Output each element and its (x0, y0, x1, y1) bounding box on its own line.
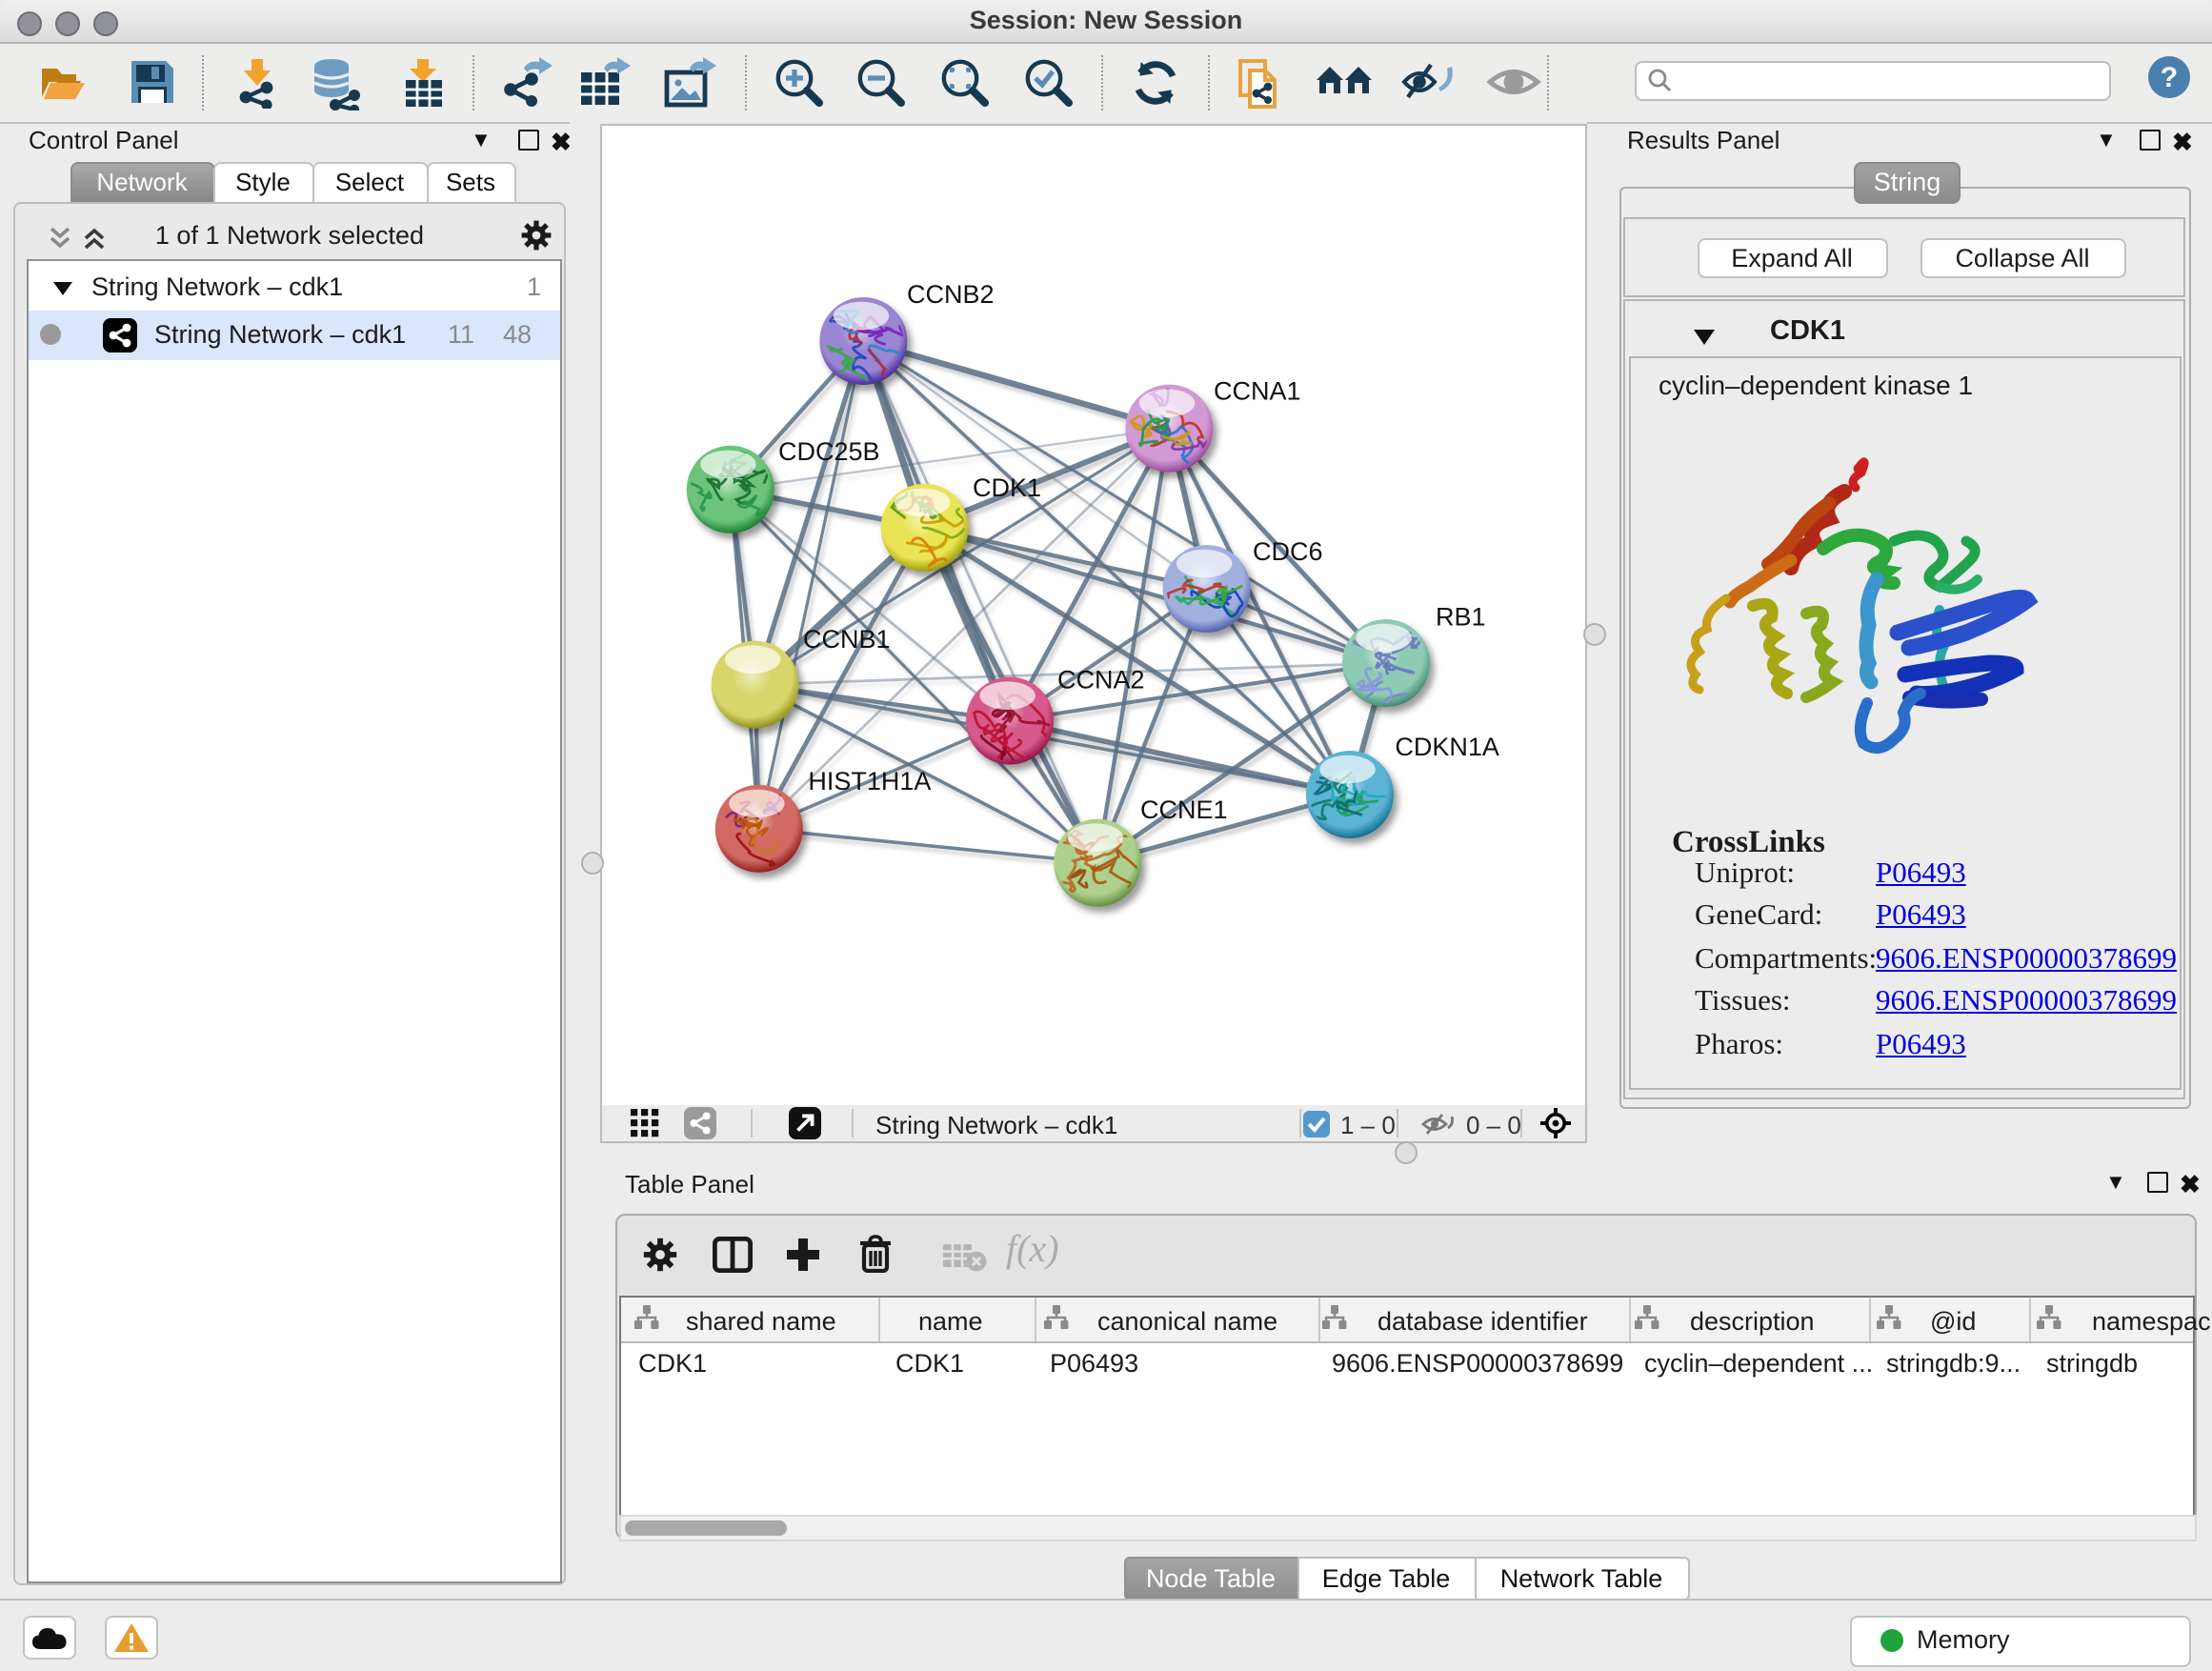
svg-text:CCNA1: CCNA1 (1213, 376, 1300, 405)
svg-text:CDC6: CDC6 (1252, 536, 1322, 565)
svg-text:CCNA2: CCNA2 (1056, 664, 1144, 693)
svg-text:CDC25B: CDC25B (777, 436, 879, 465)
svg-text:HIST1H1A: HIST1H1A (807, 766, 930, 795)
svg-text:CCNB2: CCNB2 (906, 279, 994, 308)
svg-text:?: ? (2161, 61, 2178, 92)
svg-text:CDK1: CDK1 (972, 473, 1040, 501)
svg-text:CCNE1: CCNE1 (1139, 795, 1227, 823)
svg-text:RB1: RB1 (1435, 602, 1485, 631)
svg-text:CDKN1A: CDKN1A (1394, 732, 1498, 760)
svg-text:CCNB1: CCNB1 (802, 624, 890, 653)
